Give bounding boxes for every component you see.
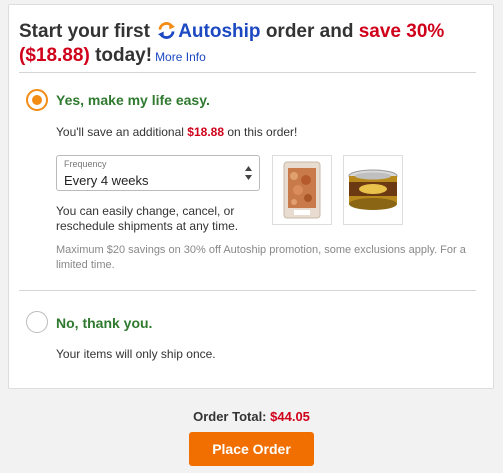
- promo-disclaimer: Maximum $20 savings on 30% off Autoship …: [56, 243, 466, 273]
- product-thumbnail-treats: [272, 155, 332, 225]
- change-info: You can easily change, cancel, or resche…: [56, 204, 238, 234]
- select-arrows-icon: [245, 166, 252, 180]
- autoship-yes-radio[interactable]: [26, 89, 48, 111]
- disclaimer-line1: Maximum $20 savings on 30% off Autoship …: [56, 244, 466, 256]
- change-info-line1: You can easily change, cancel, or: [56, 204, 235, 218]
- autoship-no-radio[interactable]: [26, 311, 48, 333]
- headline-text-2: order and: [265, 21, 354, 42]
- order-total: Order Total: $44.05: [0, 409, 503, 424]
- order-total-amount: $44.05: [270, 409, 310, 424]
- autoship-no-label[interactable]: No, thank you.: [56, 315, 152, 331]
- autoship-brand: Autoship: [178, 21, 261, 42]
- more-info-link[interactable]: More Info: [155, 50, 206, 64]
- savings-suffix: on this order!: [227, 125, 298, 139]
- place-order-button[interactable]: Place Order: [189, 432, 314, 466]
- ship-once-note: Your items will only ship once.: [56, 347, 216, 361]
- divider-middle: [19, 290, 476, 291]
- autoship-icon: [158, 22, 176, 39]
- headline-text-3: today!: [95, 45, 153, 66]
- frequency-value: Every 4 weeks: [64, 173, 149, 188]
- frequency-label: Frequency: [64, 159, 107, 169]
- autoship-headline: Start your first Autoship order and save…: [19, 20, 489, 69]
- disclaimer-line2: limited time.: [56, 259, 115, 271]
- canned-food-icon: [348, 169, 398, 210]
- savings-prefix: You'll save an additional: [56, 125, 184, 139]
- change-info-line2: reschedule shipments at any time.: [56, 219, 239, 233]
- savings-amount: $18.88: [187, 125, 224, 139]
- product-thumbnail-can: [343, 155, 403, 225]
- order-total-label: Order Total:: [193, 409, 267, 424]
- savings-message: You'll save an additional $18.88 on this…: [56, 125, 297, 140]
- headline-text-1: Start your first: [19, 21, 150, 42]
- frequency-select[interactable]: Frequency Every 4 weeks: [56, 155, 260, 191]
- divider-top: [19, 72, 476, 73]
- treat-bag-icon: [283, 161, 321, 219]
- autoship-yes-label[interactable]: Yes, make my life easy.: [56, 92, 210, 108]
